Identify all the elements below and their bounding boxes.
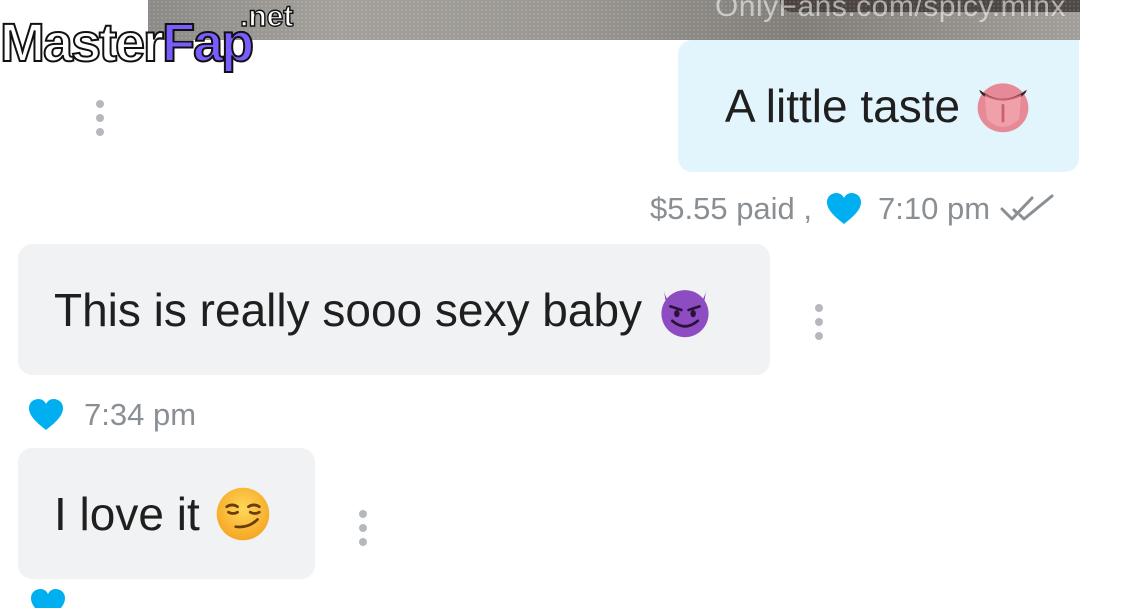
received-message-meta: 7:34 pm (28, 392, 196, 438)
dot-icon (96, 100, 104, 108)
message-options-button[interactable] (94, 100, 106, 136)
dot-icon (359, 538, 367, 546)
heart-icon[interactable] (826, 192, 862, 226)
dot-icon (359, 524, 367, 532)
sent-message-bubble[interactable]: A little taste (678, 40, 1079, 172)
tongue-emoji-icon (977, 83, 1029, 133)
message-options-button[interactable] (813, 304, 825, 340)
dot-icon (96, 114, 104, 122)
message-text: This is really sooo sexy baby (54, 283, 643, 336)
logo-main-text: Master (0, 12, 165, 74)
message-text: A little taste (724, 80, 961, 132)
heart-icon-partial[interactable] (30, 588, 66, 608)
price-label: $5.55 paid , (650, 191, 813, 226)
received-message-bubble[interactable]: This is really sooo sexy baby (18, 244, 770, 375)
dot-icon (815, 332, 823, 340)
message-time: 7:34 pm (84, 397, 197, 432)
smiling-devil-emoji-icon (661, 285, 709, 337)
heart-icon[interactable] (28, 398, 64, 432)
site-logo: MasterFap .net (0, 0, 305, 80)
message-options-button[interactable] (357, 510, 369, 546)
dot-icon (359, 510, 367, 518)
message-time: 7:10 pm (878, 191, 991, 226)
double-check-icon (1000, 194, 1054, 221)
logo-text: MasterFap (0, 12, 255, 74)
dot-icon (815, 318, 823, 326)
received-message-bubble[interactable]: I love it (18, 448, 315, 579)
heart-icon (31, 589, 65, 608)
dot-icon (96, 128, 104, 136)
message-text: I love it (54, 487, 200, 540)
smirk-emoji-icon (216, 487, 270, 540)
sent-message-meta: $5.55 paid , 7:10 pm (650, 186, 1054, 232)
logo-suffix: .net (239, 0, 294, 34)
media-watermark: OnlyFans.com/spicy.minx (714, 0, 1066, 23)
logo-accent-text: Fap (161, 12, 255, 74)
dot-icon (815, 304, 823, 312)
